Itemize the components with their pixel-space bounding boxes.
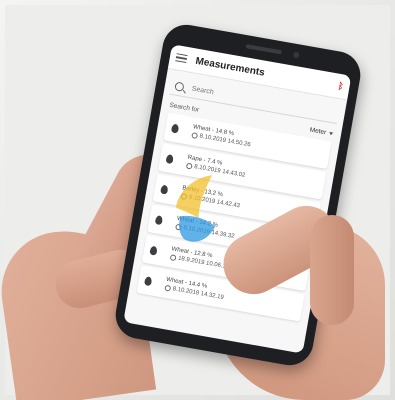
clock-icon [180, 193, 188, 201]
photo-scene: Measurements ᛒ Search for Meter Wheat - … [0, 0, 395, 400]
bluetooth-icon[interactable]: ᛒ [337, 81, 344, 92]
clock-icon [175, 223, 182, 231]
phone-speaker [245, 44, 282, 55]
search-icon [174, 80, 185, 92]
menu-icon[interactable] [175, 53, 188, 64]
clock-icon [169, 254, 177, 262]
chevron-down-icon [328, 131, 334, 136]
filter-dropdown[interactable]: Meter [309, 126, 334, 138]
droplet-icon [160, 184, 169, 195]
right-finger [310, 215, 354, 325]
filter-value: Meter [309, 126, 327, 137]
phone-camera [292, 51, 300, 59]
droplet-icon [144, 275, 153, 286]
clock-icon [191, 132, 199, 140]
droplet-icon [149, 245, 158, 256]
droplet-icon [165, 153, 175, 164]
clock-icon [185, 162, 193, 170]
clock-icon [164, 284, 172, 292]
droplet-icon [154, 214, 164, 225]
droplet-icon [170, 123, 180, 134]
filter-label: Search for [168, 101, 200, 114]
